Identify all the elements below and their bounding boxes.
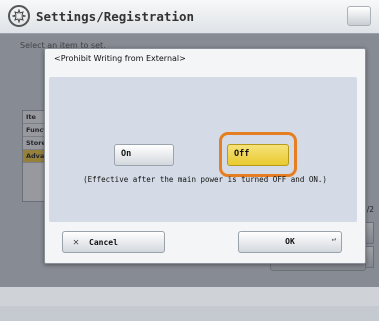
settings-counter-button[interactable] bbox=[347, 6, 371, 26]
return-arrow-icon: ↵ bbox=[331, 235, 336, 243]
bottom-bar bbox=[0, 306, 379, 321]
cancel-button[interactable]: ✕ Cancel bbox=[62, 231, 165, 253]
screen: Settings/Registration Select an item to … bbox=[0, 0, 379, 321]
close-icon: ✕ bbox=[73, 237, 80, 248]
dialog-panel bbox=[49, 77, 357, 222]
dialog-title: <Prohibit Writing from External> bbox=[54, 54, 186, 63]
effective-note: (Effective after the main power is turne… bbox=[83, 175, 327, 184]
prohibit-writing-dialog: <Prohibit Writing from External> On Off … bbox=[44, 48, 366, 264]
cancel-label: Cancel bbox=[89, 238, 118, 247]
gear-icon bbox=[8, 5, 30, 27]
ok-button[interactable]: OK ↵ bbox=[238, 231, 342, 253]
off-button[interactable]: Off bbox=[227, 144, 289, 166]
on-button[interactable]: On bbox=[114, 144, 174, 166]
window-title: Settings/Registration bbox=[36, 9, 195, 24]
ok-label: OK bbox=[285, 237, 295, 246]
title-bar: Settings/Registration bbox=[0, 0, 379, 34]
